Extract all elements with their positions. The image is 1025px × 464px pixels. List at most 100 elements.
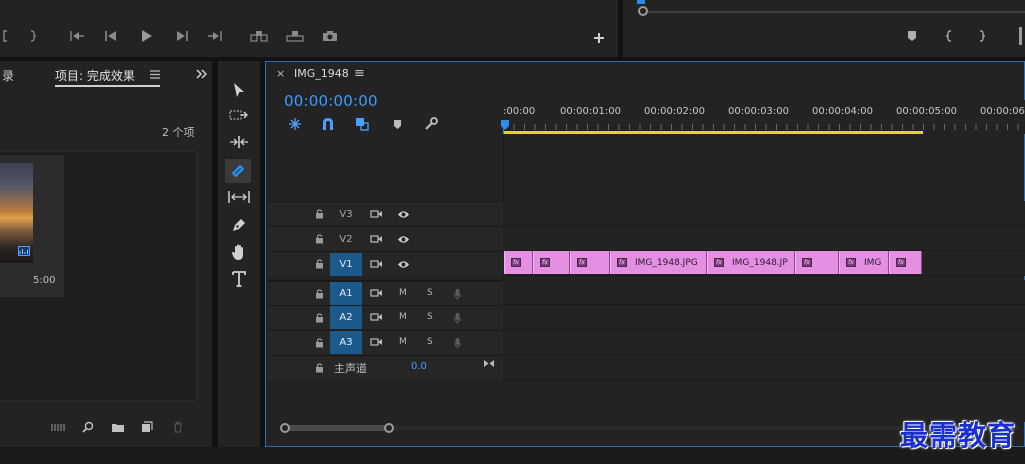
voice-over-record-icon[interactable] bbox=[452, 286, 462, 302]
solo-button[interactable]: S bbox=[427, 312, 433, 322]
program-scrub-handle[interactable] bbox=[638, 6, 648, 16]
zoom-scroll-thumb[interactable] bbox=[284, 425, 390, 431]
snap-icon[interactable] bbox=[320, 116, 336, 132]
ripple-edit-tool-icon[interactable] bbox=[227, 134, 251, 150]
mark-in-icon[interactable] bbox=[0, 29, 10, 43]
overwrite-icon[interactable] bbox=[285, 29, 305, 43]
master-volume-value[interactable]: 0.0 bbox=[411, 361, 427, 372]
selection-tool-icon[interactable] bbox=[231, 81, 247, 99]
track-target-v3[interactable]: V3 bbox=[330, 203, 362, 226]
sync-lock-icon[interactable] bbox=[369, 233, 383, 245]
track-lane-master[interactable] bbox=[503, 355, 1025, 380]
timeline-clip[interactable]: fx bbox=[795, 251, 839, 274]
go-to-in-icon[interactable] bbox=[68, 29, 86, 43]
mark-out-icon[interactable] bbox=[27, 29, 39, 43]
voice-over-record-icon[interactable] bbox=[452, 310, 462, 326]
track-target-a1[interactable]: A1 bbox=[330, 282, 362, 305]
toggle-track-output-icon[interactable] bbox=[396, 208, 410, 220]
export-frame-icon[interactable] bbox=[321, 29, 339, 43]
toggle-track-output-icon[interactable] bbox=[396, 233, 410, 245]
voice-over-record-icon[interactable] bbox=[452, 335, 462, 351]
sync-lock-icon[interactable] bbox=[369, 336, 383, 348]
timeline-clip[interactable]: fx IMG_1948.JPG bbox=[610, 251, 707, 274]
slip-tool-icon[interactable] bbox=[226, 189, 252, 205]
mute-button[interactable]: M bbox=[399, 288, 407, 298]
clip-thumbnail-card[interactable]: 5:00 bbox=[0, 155, 64, 297]
project-tab-menu-icon[interactable] bbox=[149, 68, 161, 80]
time-ruler[interactable]: :00:00 00:00:01:00 00:00:02:00 00:00:03:… bbox=[503, 100, 1025, 134]
timeline-clip[interactable]: fx IMG bbox=[839, 251, 889, 274]
sync-lock-icon[interactable] bbox=[369, 311, 383, 323]
step-forward-icon[interactable] bbox=[174, 29, 190, 43]
zoom-scroll-right-handle[interactable] bbox=[384, 423, 394, 433]
find-icon[interactable] bbox=[81, 420, 95, 434]
trash-icon[interactable] bbox=[171, 420, 185, 434]
sync-lock-icon[interactable] bbox=[369, 258, 383, 270]
go-to-end-icon[interactable] bbox=[482, 357, 496, 369]
solo-button[interactable]: S bbox=[427, 288, 433, 298]
add-button-icon[interactable] bbox=[591, 30, 607, 46]
mark-in-icon[interactable] bbox=[944, 29, 954, 43]
panel-overflow-icon[interactable] bbox=[194, 67, 208, 81]
timeline-clip[interactable]: fx bbox=[504, 251, 533, 274]
mute-button[interactable]: M bbox=[399, 312, 407, 322]
program-scrub-track[interactable] bbox=[643, 11, 1025, 13]
lock-icon[interactable] bbox=[314, 312, 324, 324]
sequence-tab[interactable]: IMG_1948 bbox=[294, 67, 349, 80]
sync-lock-icon[interactable] bbox=[369, 208, 383, 220]
track-select-tool-icon[interactable] bbox=[228, 107, 250, 123]
track-target-v1[interactable]: V1 bbox=[330, 253, 362, 276]
new-bin-icon[interactable] bbox=[110, 420, 126, 434]
watermark: 最需教育 bbox=[900, 419, 1017, 452]
lock-icon[interactable] bbox=[314, 337, 324, 349]
track-target-v2[interactable]: V2 bbox=[330, 228, 362, 251]
insert-icon[interactable] bbox=[249, 29, 269, 43]
pen-tool-icon[interactable] bbox=[229, 216, 249, 234]
timeline-settings-icon[interactable] bbox=[423, 116, 439, 132]
lock-icon[interactable] bbox=[314, 233, 324, 245]
razor-tool-icon[interactable] bbox=[227, 161, 249, 181]
track-target-a2[interactable]: A2 bbox=[330, 306, 362, 329]
media-browser-tab-partial[interactable]: 录 bbox=[2, 67, 14, 84]
lock-icon[interactable] bbox=[314, 288, 324, 300]
timeline-timecode[interactable]: 00:00:00:00 bbox=[284, 92, 378, 110]
mark-out-icon[interactable] bbox=[977, 29, 987, 43]
project-tab[interactable]: 项目: 完成效果 bbox=[55, 67, 135, 84]
lock-icon[interactable] bbox=[314, 258, 324, 270]
fx-badge-icon: fx bbox=[802, 258, 812, 267]
track-lane-a3[interactable] bbox=[503, 330, 1025, 355]
track-lane-a1[interactable] bbox=[503, 280, 1025, 305]
timeline-clip[interactable]: fx IMG_1948.JP bbox=[707, 251, 795, 274]
toggle-track-output-icon[interactable] bbox=[396, 258, 410, 270]
timeline-clip[interactable]: fx bbox=[533, 251, 570, 274]
play-icon[interactable] bbox=[139, 28, 155, 44]
track-lane-a2[interactable] bbox=[503, 305, 1025, 330]
track-lane-v3[interactable] bbox=[503, 201, 1025, 226]
new-item-icon[interactable] bbox=[140, 420, 154, 434]
nest-sequence-icon[interactable] bbox=[287, 116, 303, 132]
solo-button[interactable]: S bbox=[427, 337, 433, 347]
lock-icon[interactable] bbox=[314, 208, 324, 220]
step-back-icon[interactable] bbox=[103, 29, 119, 43]
timeline-clip[interactable]: fx bbox=[570, 251, 610, 274]
work-area-bar[interactable] bbox=[503, 131, 923, 134]
add-marker-icon[interactable] bbox=[391, 117, 403, 131]
zoom-scroll-left-handle[interactable] bbox=[280, 423, 290, 433]
sequence-tab-menu-icon[interactable]: ≡ bbox=[354, 66, 365, 81]
sync-lock-icon[interactable] bbox=[369, 287, 383, 299]
timeline-clip[interactable]: fx bbox=[889, 251, 922, 274]
type-tool-icon[interactable] bbox=[230, 270, 248, 288]
list-view-icon[interactable] bbox=[50, 420, 66, 434]
program-monitor-panel bbox=[623, 0, 1025, 57]
mute-button[interactable]: M bbox=[399, 337, 407, 347]
hand-tool-icon[interactable] bbox=[229, 242, 249, 262]
track-lane-v2[interactable] bbox=[503, 226, 1025, 251]
linked-selection-icon[interactable] bbox=[354, 116, 370, 132]
item-count: 2 个项 bbox=[162, 126, 195, 139]
track-target-a3[interactable]: A3 bbox=[330, 331, 362, 354]
lock-icon[interactable] bbox=[314, 362, 324, 374]
program-playhead-marker[interactable] bbox=[637, 0, 645, 4]
go-to-out-icon[interactable] bbox=[206, 29, 224, 43]
add-marker-icon[interactable] bbox=[906, 29, 918, 43]
timeline-close-icon[interactable]: × bbox=[276, 67, 285, 80]
